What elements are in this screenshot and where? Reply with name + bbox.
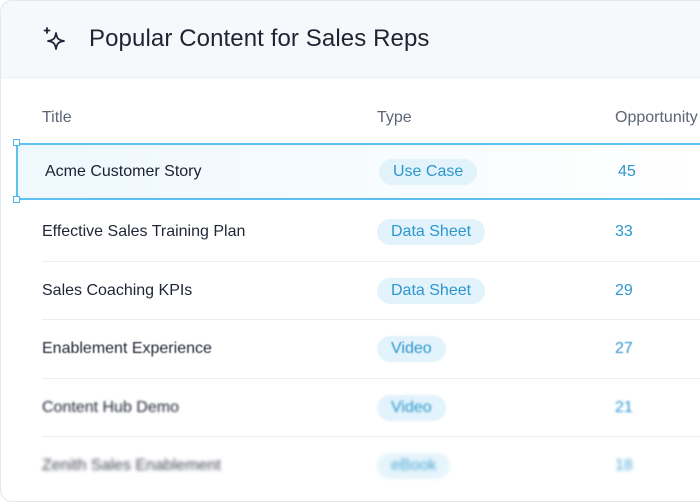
column-header-opportunity[interactable]: Opportunity: [615, 109, 698, 127]
table-row[interactable]: Zenith Sales Enablement eBook 18: [1, 437, 700, 495]
opportunity-count: 29: [615, 282, 633, 299]
opportunity-count: 45: [618, 162, 636, 180]
row-title[interactable]: Sales Coaching KPIs: [42, 282, 192, 300]
opportunity-count: 21: [615, 399, 633, 416]
type-badge: eBook: [377, 453, 451, 479]
opportunity-count: 33: [615, 223, 633, 240]
table-header: Title Type Opportunity: [1, 109, 700, 129]
type-badge: Use Case: [379, 158, 478, 185]
opportunity-count: 18: [615, 457, 633, 474]
column-header-type[interactable]: Type: [377, 109, 412, 127]
content-card: Popular Content for Sales Reps Title Typ…: [0, 0, 700, 502]
table-row[interactable]: Sales Coaching KPIs Data Sheet 29: [1, 262, 700, 320]
row-title[interactable]: Zenith Sales Enablement: [42, 457, 221, 475]
sparkle-icon: [41, 25, 69, 53]
card-header: Popular Content for Sales Reps: [1, 1, 700, 78]
opportunity-count: 27: [615, 340, 633, 357]
type-badge: Data Sheet: [377, 278, 486, 304]
table-row[interactable]: Enablement Experience Video 27: [1, 320, 700, 378]
row-title[interactable]: Content Hub Demo: [42, 399, 179, 417]
type-badge: Video: [377, 336, 446, 362]
selection-handle-bottom-left[interactable]: [13, 196, 20, 203]
table-row[interactable]: Effective Sales Training Plan Data Sheet…: [1, 203, 700, 261]
row-title[interactable]: Enablement Experience: [42, 340, 212, 358]
row-title[interactable]: Effective Sales Training Plan: [42, 223, 245, 241]
selection-handle-top-left[interactable]: [13, 139, 20, 146]
column-header-title[interactable]: Title: [42, 109, 72, 127]
table-row-selected[interactable]: Acme Customer Story Use Case 45: [16, 143, 700, 200]
row-title[interactable]: Acme Customer Story: [45, 163, 201, 181]
type-badge: Video: [377, 395, 446, 421]
page-title: Popular Content for Sales Reps: [89, 25, 430, 52]
table-row[interactable]: Content Hub Demo Video 21: [1, 379, 700, 437]
type-badge: Data Sheet: [377, 219, 486, 245]
